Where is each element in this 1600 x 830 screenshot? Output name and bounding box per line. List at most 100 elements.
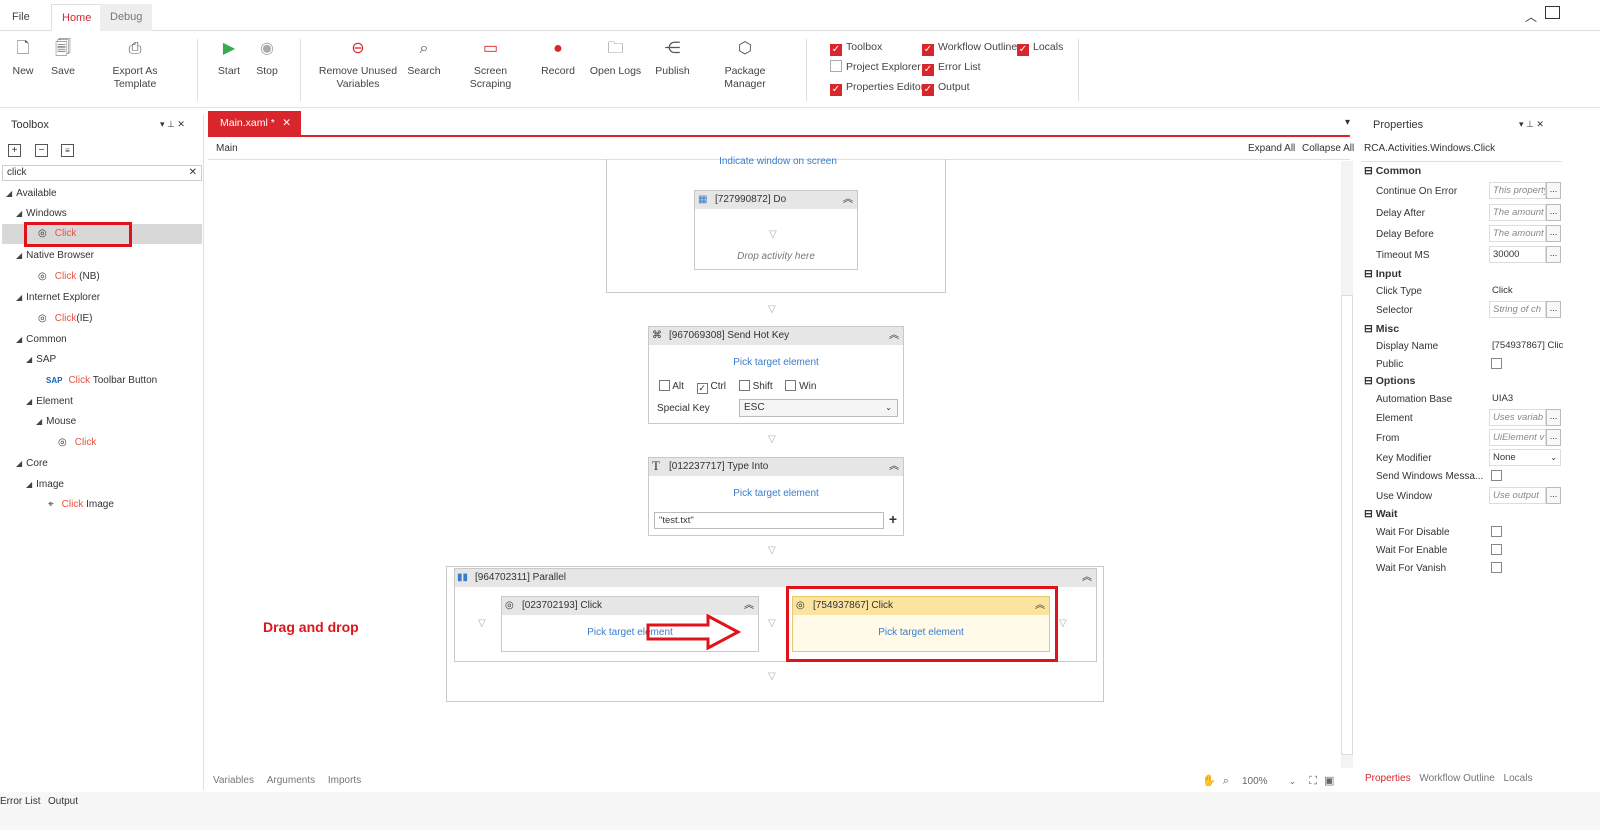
wait-enable-checkbox[interactable] bbox=[1491, 544, 1502, 555]
tab-locals[interactable]: Locals bbox=[1504, 773, 1533, 784]
tree-image[interactable]: ◢ Image bbox=[26, 476, 64, 494]
export-template-button[interactable]: ⎙ Export As Template bbox=[90, 39, 180, 91]
collapse-chevron-icon[interactable]: ︽ bbox=[1082, 569, 1092, 587]
indicate-window-link[interactable]: Indicate window on screen bbox=[658, 156, 898, 166]
package-manager-button[interactable]: ⬡ Package Manager bbox=[703, 39, 787, 91]
display-name-input[interactable]: [754937867] Clic bbox=[1489, 338, 1565, 355]
special-key-select[interactable]: ESC ⌄ bbox=[739, 399, 898, 417]
wait-vanish-checkbox[interactable] bbox=[1491, 562, 1502, 573]
collapse-ribbon-icon[interactable]: ︿ bbox=[1525, 8, 1537, 25]
publish-button[interactable]: ⋲ Publish bbox=[650, 39, 695, 78]
collapse-chevron-icon[interactable]: ︽ bbox=[1035, 597, 1045, 615]
tree-mouse[interactable]: ◢ Mouse bbox=[36, 413, 76, 431]
send-windows-checkbox[interactable] bbox=[1491, 470, 1502, 481]
click-type-value[interactable]: Click bbox=[1489, 283, 1546, 300]
ctrl-checkbox[interactable]: ✓ bbox=[696, 383, 708, 394]
chat-icon[interactable] bbox=[1545, 6, 1560, 19]
section-wait[interactable]: ⊟ Wait bbox=[1364, 508, 1398, 520]
pick-target-link[interactable]: Pick target element bbox=[649, 488, 903, 499]
chevron-down-icon[interactable]: ⌄ bbox=[1289, 776, 1297, 786]
ellipsis-button[interactable]: ... bbox=[1546, 429, 1561, 446]
tree-windows[interactable]: ◢ Windows bbox=[16, 205, 67, 223]
open-logs-button[interactable]: 🗀 Open Logs bbox=[588, 39, 643, 78]
list-icon[interactable]: ≡ bbox=[61, 144, 74, 157]
tree-ie-click[interactable]: ◎ Click(IE) bbox=[38, 310, 93, 328]
tree-nb-click[interactable]: ◎ Click (NB) bbox=[38, 268, 100, 286]
pick-target-link[interactable]: Pick target element bbox=[649, 357, 903, 368]
plus-icon[interactable]: + bbox=[886, 512, 900, 529]
scrollbar-thumb[interactable] bbox=[1341, 295, 1353, 755]
send-hotkey-activity[interactable]: ⌘ [967069308] Send Hot Key ︽ Pick target e… bbox=[648, 326, 904, 424]
section-common[interactable]: ⊟ Common bbox=[1364, 165, 1421, 177]
element-input[interactable]: Uses variab bbox=[1489, 409, 1546, 426]
timeout-input[interactable]: 30000 bbox=[1489, 246, 1546, 263]
workflow-outline-checkbox[interactable]: ✓ Workflow Outline bbox=[922, 40, 1017, 56]
alt-checkbox[interactable] bbox=[659, 380, 670, 391]
tree-available[interactable]: ◢ Available bbox=[6, 185, 57, 203]
toolbox-checkbox[interactable]: ✓ Toolbox bbox=[830, 40, 882, 56]
tree-mouse-click[interactable]: ◎ Click bbox=[58, 434, 96, 452]
new-button[interactable]: 🗋 New bbox=[8, 39, 38, 78]
search-button[interactable]: ⌕ Search bbox=[405, 39, 443, 78]
tab-variables[interactable]: Variables bbox=[213, 775, 254, 786]
menu-file[interactable]: File bbox=[2, 4, 40, 31]
ellipsis-button[interactable]: ... bbox=[1546, 204, 1561, 221]
type-into-activity[interactable]: T [012237717] Type Into ︽ Pick target elem… bbox=[648, 457, 904, 536]
section-options[interactable]: ⊟ Options bbox=[1364, 375, 1415, 387]
ellipsis-button[interactable]: ... bbox=[1546, 225, 1561, 242]
ellipsis-button[interactable]: ... bbox=[1546, 246, 1561, 263]
win-checkbox[interactable] bbox=[785, 380, 797, 391]
collapse-icon[interactable]: − bbox=[35, 144, 48, 157]
tab-home[interactable]: Home bbox=[51, 4, 103, 31]
use-window-input[interactable]: Use output bbox=[1489, 487, 1546, 504]
pin-icon[interactable]: ▾ ⊥ ✕ bbox=[1519, 119, 1544, 130]
expand-all-link[interactable]: Expand All bbox=[1248, 143, 1295, 154]
tree-core[interactable]: ◢ Core bbox=[16, 455, 48, 473]
ellipsis-button[interactable]: ... bbox=[1546, 487, 1561, 504]
ellipsis-button[interactable]: ... bbox=[1546, 182, 1561, 199]
tab-properties[interactable]: Properties bbox=[1365, 773, 1411, 784]
tree-click-image[interactable]: ⌖ Click Image bbox=[48, 496, 114, 514]
collapse-chevron-icon[interactable]: ︽ bbox=[744, 597, 754, 615]
section-input[interactable]: ⊟ Input bbox=[1364, 268, 1401, 280]
tab-output[interactable]: Output bbox=[48, 796, 78, 807]
from-input[interactable]: UiElement v bbox=[1489, 429, 1546, 446]
ellipsis-button[interactable]: ... bbox=[1546, 409, 1561, 426]
expand-icon[interactable]: + bbox=[8, 144, 21, 157]
do-activity[interactable]: ▦ [727990872] Do ︽ ▽ Drop activity here bbox=[694, 190, 858, 270]
clear-icon[interactable]: ✕ bbox=[189, 166, 197, 180]
pan-hand-icon[interactable]: ✋ bbox=[1202, 775, 1216, 787]
error-list-checkbox[interactable]: ✓ Error List bbox=[922, 60, 981, 76]
tree-sap[interactable]: ◢ SAP bbox=[26, 351, 56, 369]
pick-target-link[interactable]: Pick target element bbox=[793, 627, 1049, 638]
selector-input[interactable]: String of ch bbox=[1489, 301, 1546, 318]
tree-element[interactable]: ◢ Element bbox=[26, 393, 73, 411]
tab-menu-icon[interactable]: ▾ bbox=[1345, 117, 1350, 128]
collapse-chevron-icon[interactable]: ︽ bbox=[889, 458, 899, 476]
tab-workflow-outline[interactable]: Workflow Outline bbox=[1419, 773, 1494, 784]
wait-disable-checkbox[interactable] bbox=[1491, 526, 1502, 537]
properties-editor-checkbox[interactable]: ✓ Properties Editor bbox=[830, 80, 924, 96]
stop-button[interactable]: ◉ Stop bbox=[252, 39, 282, 78]
shift-checkbox[interactable] bbox=[738, 380, 750, 391]
screen-scraping-button[interactable]: ▭ Screen Scraping bbox=[453, 39, 528, 91]
tab-imports[interactable]: Imports bbox=[328, 775, 361, 786]
output-checkbox[interactable]: ✓ Output bbox=[922, 80, 970, 96]
text-input[interactable]: "test.txt" bbox=[654, 512, 884, 529]
zoom-level[interactable]: 100% bbox=[1242, 776, 1268, 787]
tab-debug[interactable]: Debug bbox=[100, 4, 153, 31]
collapse-chevron-icon[interactable]: ︽ bbox=[843, 191, 853, 209]
section-misc[interactable]: ⊟ Misc bbox=[1364, 323, 1399, 335]
close-icon[interactable]: ✕ bbox=[282, 111, 291, 135]
tab-error-list[interactable]: Error List bbox=[0, 796, 41, 807]
tree-sap-click-toolbar[interactable]: SAP Click Toolbar Button bbox=[46, 372, 157, 390]
collapse-all-link[interactable]: Collapse All bbox=[1302, 143, 1354, 154]
project-explorer-checkbox[interactable]: Project Explorer bbox=[830, 60, 921, 76]
tree-internet-explorer[interactable]: ◢ Internet Explorer bbox=[16, 289, 100, 307]
collapse-chevron-icon[interactable]: ︽ bbox=[889, 327, 899, 345]
tab-arguments[interactable]: Arguments bbox=[267, 775, 315, 786]
tree-common[interactable]: ◢ Common bbox=[16, 331, 67, 349]
tree-native-browser[interactable]: ◢ Native Browser bbox=[16, 247, 94, 265]
record-button[interactable]: ● Record bbox=[538, 39, 578, 78]
public-checkbox[interactable] bbox=[1491, 358, 1502, 369]
